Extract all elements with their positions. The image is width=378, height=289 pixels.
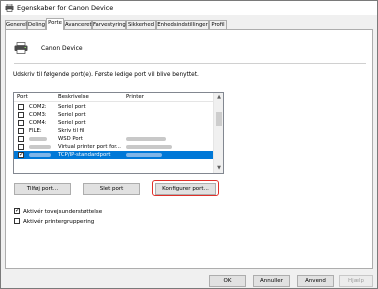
tab-profil[interactable]: Profil — [209, 20, 227, 29]
port-checkbox[interactable] — [18, 144, 24, 150]
port-list-header: Port Beskrivelse Printer — [14, 93, 213, 102]
port-row-virtual[interactable]: Virtual printer port for... — [14, 143, 213, 151]
add-port-button[interactable]: Tilføj port... — [14, 183, 71, 195]
port-description: WSD Port — [58, 136, 83, 142]
tab-avanceret[interactable]: Avanceret — [64, 20, 92, 29]
port-checkbox[interactable] — [18, 120, 24, 126]
scroll-down-icon[interactable]: ▼ — [214, 164, 223, 173]
port-list[interactable]: Port Beskrivelse Printer COM2: Seriel po… — [13, 92, 224, 174]
cancel-button[interactable]: Annuller — [253, 275, 290, 287]
bidirectional-label: Aktivér tovejsunderstøttelse — [23, 209, 103, 215]
apply-button[interactable]: Anvend — [297, 275, 334, 287]
port-name-redacted — [29, 152, 51, 158]
ok-button[interactable]: OK — [209, 275, 246, 287]
port-checkbox[interactable] — [18, 128, 24, 134]
tab-generelt[interactable]: Generelt — [5, 20, 29, 29]
help-button[interactable]: Hjælp — [339, 275, 373, 287]
bidirectional-checkbox[interactable] — [14, 207, 20, 214]
bidirectional-option[interactable]: Aktivér tovejsunderstøttelse — [14, 207, 102, 215]
port-name: COM2: — [29, 104, 47, 110]
properties-dialog: Egenskaber for Canon Device Generelt Del… — [0, 0, 378, 289]
port-row-wsd[interactable]: WSD Port — [14, 135, 213, 143]
instruction-text: Udskriv til følgende port(e). Første led… — [13, 72, 199, 78]
device-printer-icon — [14, 42, 28, 54]
tab-deling[interactable]: Deling — [27, 20, 46, 29]
port-name-redacted — [29, 144, 51, 150]
tab-farvestyring[interactable]: Farvestyring — [92, 20, 126, 29]
device-name: Canon Device — [41, 45, 83, 52]
column-header-printer[interactable]: Printer — [126, 94, 144, 100]
port-list-scrollbar[interactable]: ▲ ▼ — [213, 93, 223, 173]
tab-enhedsindstillinger[interactable]: Enhedsindstillinger — [156, 20, 209, 29]
port-checkbox[interactable] — [18, 136, 24, 142]
ports-panel: Canon Device Udskriv til følgende port(e… — [5, 29, 373, 269]
port-printer-redacted — [126, 136, 166, 142]
port-description: Seriel port — [58, 104, 86, 110]
pooling-option[interactable]: Aktivér printergruppering — [14, 217, 94, 225]
port-description: Seriel port — [58, 112, 86, 118]
scroll-up-icon[interactable]: ▲ — [214, 93, 223, 102]
port-printer-redacted — [126, 152, 162, 158]
port-checkbox[interactable] — [18, 104, 24, 110]
port-description: Seriel port — [58, 120, 86, 126]
scroll-thumb[interactable] — [216, 112, 222, 126]
port-row-com3[interactable]: COM3: Seriel port — [14, 111, 213, 119]
window-title: Egenskaber for Canon Device — [17, 4, 114, 12]
port-description: TCP/IP-standardport — [58, 152, 111, 158]
port-description: Virtual printer port for... — [58, 144, 121, 150]
port-row-com2[interactable]: COM2: Seriel port — [14, 103, 213, 111]
tab-sikkerhed[interactable]: Sikkerhed — [126, 20, 156, 29]
port-checkbox[interactable] — [18, 151, 24, 158]
pooling-label: Aktivér printergruppering — [23, 219, 95, 225]
title-bar: Egenskaber for Canon Device — [1, 1, 377, 15]
port-name: COM4: — [29, 120, 47, 126]
tab-porte[interactable]: Porte — [46, 18, 64, 30]
port-name: FILE: — [29, 128, 42, 134]
port-printer-redacted — [126, 144, 172, 150]
column-header-port[interactable]: Port — [17, 94, 28, 100]
port-description: Skriv til fil — [58, 128, 85, 134]
printer-icon — [5, 4, 14, 12]
port-name-redacted — [29, 136, 47, 142]
pooling-checkbox[interactable] — [14, 218, 20, 224]
column-header-description[interactable]: Beskrivelse — [58, 94, 89, 100]
port-row-tcpip[interactable]: TCP/IP-standardport — [14, 151, 213, 159]
delete-port-button[interactable]: Slet port — [83, 183, 140, 195]
port-row-com4[interactable]: COM4: Seriel port — [14, 119, 213, 127]
divider — [14, 63, 366, 64]
port-name: COM3: — [29, 112, 47, 118]
port-row-file[interactable]: FILE: Skriv til fil — [14, 127, 213, 135]
configure-port-highlight — [152, 180, 219, 196]
port-checkbox[interactable] — [18, 112, 24, 118]
